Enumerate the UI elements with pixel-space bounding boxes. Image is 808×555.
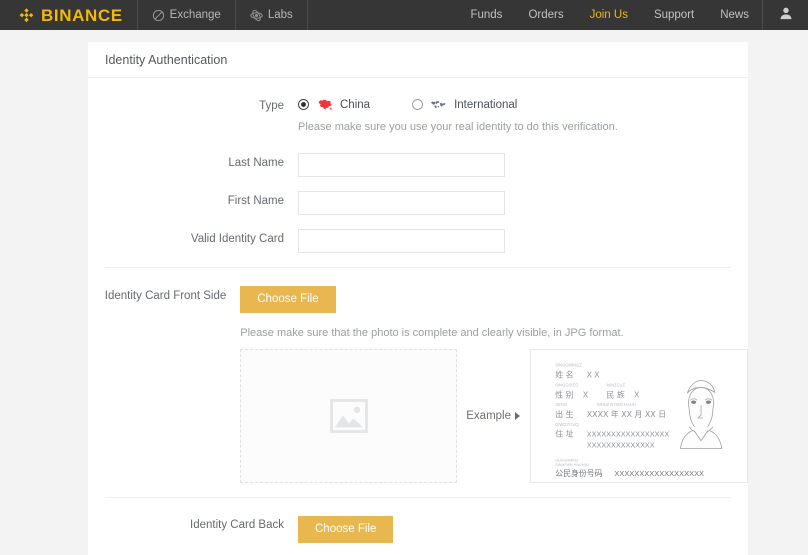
top-navigation-bar: BINANCE Exchange Labs Funds Orders Join … — [0, 0, 808, 30]
svg-text:姓 名: 姓 名 — [555, 370, 573, 380]
front-image-dropzone[interactable] — [240, 349, 458, 483]
svg-text:民 族: 民 族 — [606, 389, 624, 399]
secondary-nav: Funds Orders Join Us Support News — [457, 0, 808, 30]
example-pointer: Example — [466, 410, 520, 422]
svg-text:DIWGYOUQ: DIWGYOUQ — [555, 422, 579, 427]
radio-label-international: International — [454, 98, 518, 111]
binance-diamond-logo-icon — [18, 7, 35, 24]
radio-option-china[interactable]: China — [298, 98, 370, 111]
nav-link-news[interactable]: News — [707, 0, 762, 30]
nav-item-exchange-label: Exchange — [169, 9, 221, 21]
nav-link-support[interactable]: Support — [641, 0, 707, 30]
china-map-icon — [316, 98, 333, 111]
labs-atom-icon — [250, 9, 263, 22]
svg-text:SINHFWN HAUMAJ: SINHFWN HAUMAJ — [555, 463, 589, 467]
type-label: Type — [259, 100, 284, 112]
svg-text:X X: X X — [587, 371, 600, 380]
first-name-label: First Name — [227, 195, 284, 207]
svg-text:GUNGHMINZ: GUNGHMINZ — [555, 458, 579, 462]
nav-link-funds[interactable]: Funds — [457, 0, 515, 30]
page-background: Identity Authentication Type China Inter… — [0, 30, 808, 555]
svg-text:XXXXXXXXXXXXXXXXXX: XXXXXXXXXXXXXXXXXX — [614, 469, 704, 478]
svg-text:XXXX 年 XX 月 XX 日: XXXX 年 XX 月 XX 日 — [587, 409, 666, 419]
page-title: Identity Authentication — [105, 52, 228, 67]
user-avatar-icon — [779, 6, 793, 25]
nav-item-exchange[interactable]: Exchange — [138, 0, 236, 30]
id-card-example-image: SINGGMINGZ 姓 名 X X SINGGSIEO MINZCUZ 性 别… — [530, 349, 748, 483]
radio-dot-international[interactable] — [412, 99, 424, 110]
svg-text:XXXXXXXXXXXXXXXXX: XXXXXXXXXXXXXXXXX — [587, 430, 670, 439]
type-radio-group: China International — [298, 98, 748, 111]
svg-text:X: X — [583, 390, 589, 399]
radio-dot-china[interactable] — [298, 99, 309, 110]
brand-name: BINANCE — [41, 5, 123, 25]
spacer-label — [88, 121, 298, 124]
svg-text:公民身份号码: 公民身份号码 — [555, 468, 602, 478]
svg-text:性 别: 性 别 — [555, 389, 573, 399]
nav-item-labs-label: Labs — [267, 9, 293, 21]
user-account-button[interactable] — [762, 0, 808, 30]
front-choose-file-button[interactable]: Choose File — [240, 286, 336, 313]
identity-authentication-card: Identity Authentication Type China Inter… — [88, 42, 748, 555]
svg-text:NINNZ NYIED HAUH: NINNZ NYIED HAUH — [597, 402, 636, 407]
brand-logo[interactable]: BINANCE — [0, 0, 138, 30]
svg-text:X: X — [634, 390, 640, 399]
world-map-icon — [430, 98, 447, 111]
card-body: Type China International Please make sur… — [88, 78, 748, 543]
svg-text:SENG: SENG — [555, 402, 567, 407]
svg-text:出 生: 出 生 — [555, 409, 573, 419]
radio-label-china: China — [340, 98, 371, 111]
card-header: Identity Authentication — [88, 42, 748, 78]
first-name-row: First Name — [88, 191, 748, 215]
valid-identity-card-row: Valid Identity Card — [88, 229, 748, 253]
section-divider-2 — [105, 497, 731, 498]
svg-text:住 址: 住 址 — [555, 429, 573, 439]
exchange-circle-slash-icon — [152, 9, 165, 22]
nav-link-orders[interactable]: Orders — [515, 0, 576, 30]
section-divider-1 — [105, 267, 731, 268]
svg-text:SINGGSIEO: SINGGSIEO — [555, 382, 579, 387]
image-placeholder-icon — [329, 399, 368, 433]
valid-identity-card-label: Valid Identity Card — [190, 233, 284, 245]
identity-hint-row: Please make sure you use your real ident… — [88, 121, 748, 133]
front-upload-row: Identity Card Front Side Choose File Ple… — [88, 286, 748, 483]
last-name-row: Last Name — [88, 153, 748, 177]
caret-right-icon — [515, 412, 520, 420]
nav-item-labs[interactable]: Labs — [236, 0, 308, 30]
radio-option-international[interactable]: International — [412, 98, 517, 111]
svg-text:SINGGMINGZ: SINGGMINGZ — [555, 363, 582, 368]
nav-link-join-us[interactable]: Join Us — [577, 0, 641, 30]
back-upload-row: Identity Card Back Choose File — [88, 516, 748, 543]
last-name-label: Last Name — [228, 157, 284, 169]
back-choose-file-button[interactable]: Choose File — [298, 516, 394, 543]
valid-identity-card-input[interactable] — [298, 229, 505, 253]
back-upload-label: Identity Card Back — [190, 519, 284, 531]
last-name-input[interactable] — [298, 153, 505, 177]
identity-hint-text: Please make sure you use your real ident… — [298, 121, 618, 133]
front-upload-hint: Please make sure that the photo is compl… — [240, 327, 624, 339]
svg-text:MINZCUZ: MINZCUZ — [606, 382, 625, 387]
front-upload-area: Example SINGGMINGZ 姓 名 X X SINGGSIEO MIN… — [240, 349, 748, 483]
svg-text:XXXXXXXXXXXXXX: XXXXXXXXXXXXXX — [587, 441, 655, 450]
first-name-input[interactable] — [298, 191, 505, 215]
front-upload-label: Identity Card Front Side — [104, 290, 227, 302]
primary-nav: Exchange Labs — [138, 0, 308, 30]
example-label: Example — [466, 410, 511, 422]
type-row: Type China International — [88, 96, 748, 113]
